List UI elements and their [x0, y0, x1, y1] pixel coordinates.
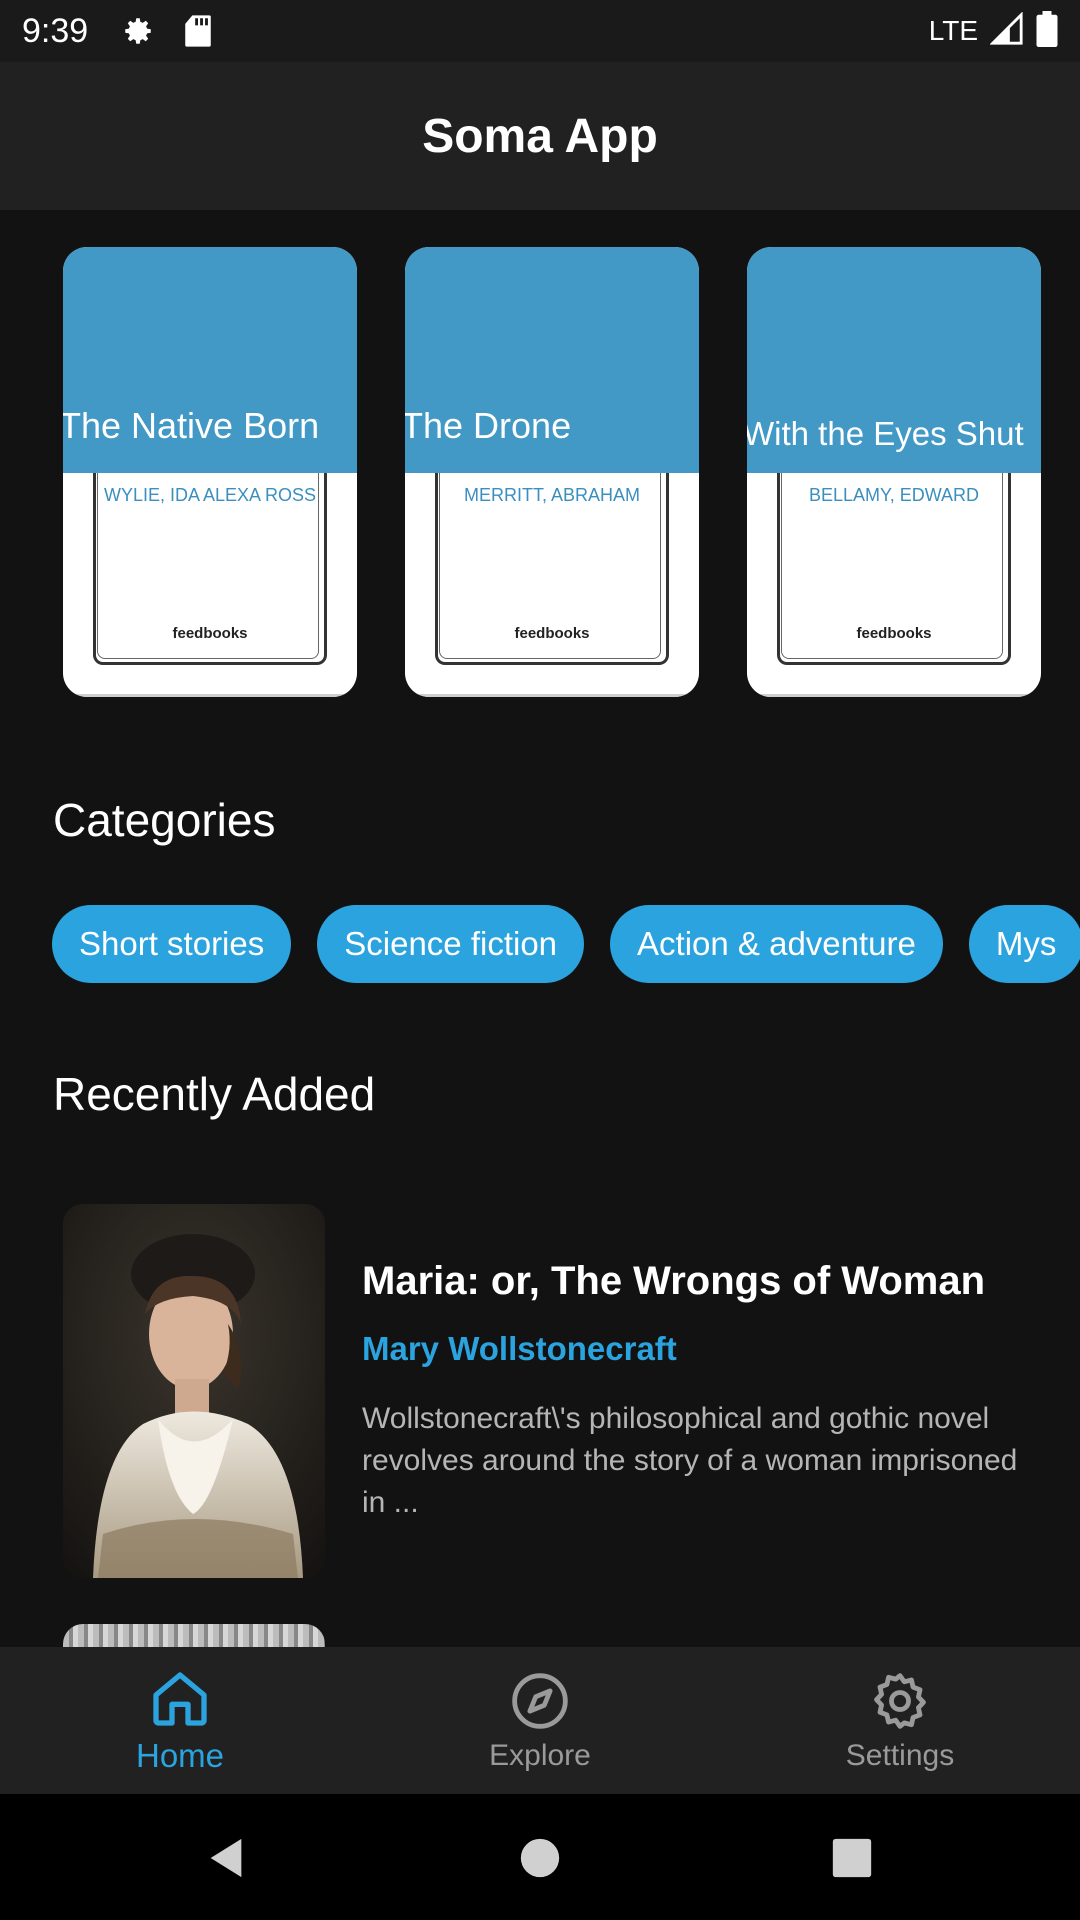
recently-added-heading: Recently Added — [53, 1068, 376, 1120]
category-chip[interactable]: Science fiction — [317, 905, 585, 983]
publisher-logo: feedbooks — [856, 625, 932, 642]
nav-home[interactable]: Home — [0, 1647, 360, 1794]
book-title: With the Eyes Shut — [747, 415, 1024, 452]
battery-icon — [1036, 11, 1058, 51]
nav-settings[interactable]: Settings — [720, 1647, 1080, 1794]
book-details: Maria: or, The Wrongs of Woman Mary Woll… — [362, 1259, 1042, 1524]
back-icon[interactable] — [203, 1835, 249, 1881]
app-title: Soma App — [422, 109, 658, 163]
book-author[interactable]: Mary Wollstonecraft — [362, 1330, 1042, 1368]
category-chip[interactable]: Short stories — [52, 905, 292, 983]
featured-books-carousel[interactable]: The Native Born WYLIE, IDA ALEXA ROSS fe… — [63, 247, 1041, 697]
compass-icon — [512, 1672, 568, 1729]
home-circle-icon[interactable] — [517, 1835, 563, 1881]
nav-explore[interactable]: Explore — [360, 1647, 720, 1794]
portrait-image — [63, 1204, 325, 1578]
book-thumbnail[interactable] — [63, 1624, 325, 1648]
nav-settings-label: Settings — [845, 1738, 955, 1772]
book-card[interactable]: The Native Born WYLIE, IDA ALEXA ROSS fe… — [63, 247, 357, 697]
book-thumbnail — [63, 1204, 325, 1578]
book-description: Wollstonecraft\'s philosophical and goth… — [362, 1402, 1018, 1519]
categories-heading: Categories — [53, 794, 276, 846]
app-bar: Soma App — [0, 62, 1080, 210]
publisher-logo: feedbooks — [514, 625, 590, 642]
sd-card-icon — [180, 13, 216, 49]
nav-explore-label: Explore — [489, 1738, 591, 1772]
category-chip[interactable]: Mys — [968, 905, 1080, 983]
nav-home-label: Home — [135, 1736, 225, 1774]
book-title[interactable]: Maria: or, The Wrongs of Woman — [362, 1259, 1042, 1304]
bottom-navigation: Home Explore Settings — [0, 1647, 1080, 1794]
book-card[interactable]: The Drone MERRITT, ABRAHAM feedbooks — [405, 247, 699, 697]
book-pages-edge — [747, 683, 1041, 697]
book-pages-edge — [405, 683, 699, 697]
status-bar: 9:39 LTE — [0, 0, 1080, 62]
publisher-logo: feedbooks — [172, 625, 248, 642]
recents-icon[interactable] — [829, 1835, 875, 1881]
category-chips[interactable]: Short stories Science fiction Action & a… — [52, 905, 1080, 983]
home-icon — [153, 1671, 207, 1726]
status-time: 9:39 — [22, 11, 89, 50]
gear-icon — [874, 1672, 926, 1729]
home-screen: 9:39 LTE Soma App The Native Born WYLIE,… — [0, 0, 1080, 1920]
category-chip[interactable]: Action & adventure — [610, 905, 943, 983]
signal-icon — [989, 11, 1024, 50]
gear-icon — [120, 13, 156, 49]
network-type: LTE — [928, 15, 978, 46]
list-item[interactable]: Maria: or, The Wrongs of Woman Mary Woll… — [63, 1204, 1063, 1578]
book-title: The Native Born — [63, 405, 320, 446]
status-right: LTE — [929, 11, 1058, 51]
book-card[interactable]: With the Eyes Shut BELLAMY, EDWARD feedb… — [747, 247, 1041, 697]
book-title: The Drone — [405, 405, 572, 446]
book-pages-edge — [63, 683, 357, 697]
